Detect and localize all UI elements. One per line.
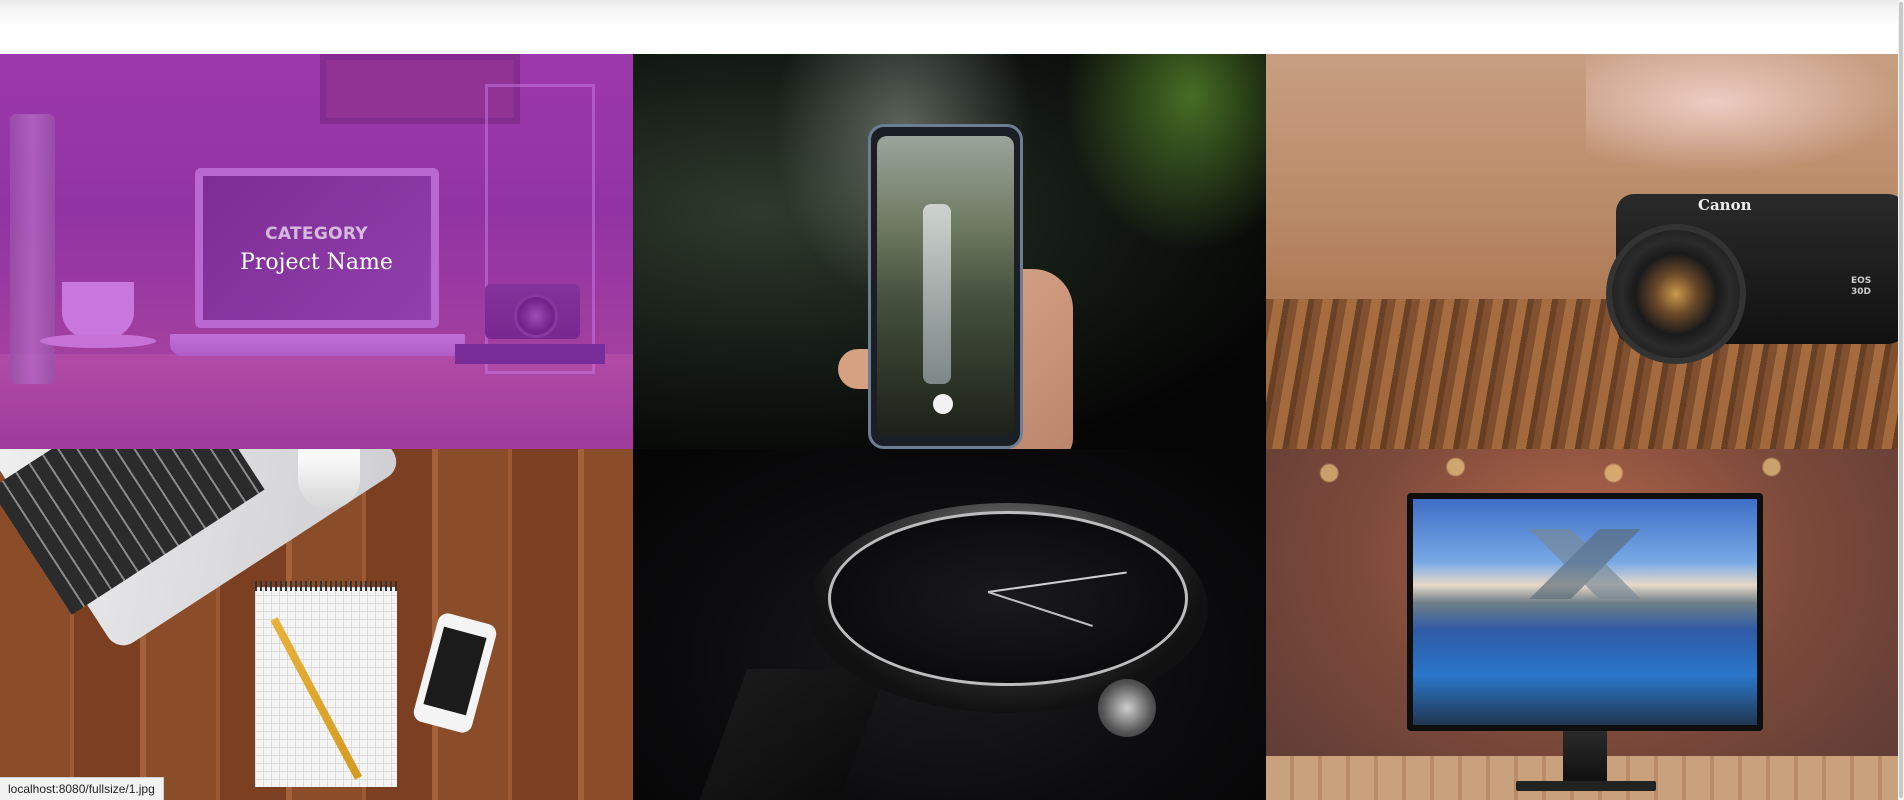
camera-brand: Canon xyxy=(1698,196,1752,214)
mountain-peaks xyxy=(1413,529,1757,599)
camera-lens xyxy=(1606,224,1746,364)
project-name: Project Name xyxy=(240,250,393,275)
background-bokeh xyxy=(1586,54,1898,174)
green-leaf xyxy=(1053,54,1266,264)
monitor-foot xyxy=(1516,781,1656,791)
project-category: CATEGORY xyxy=(265,224,368,244)
portfolio-item-5[interactable] xyxy=(633,449,1266,800)
waterfall xyxy=(923,204,951,384)
camera-shutter-icon xyxy=(933,394,953,414)
camera-model-line1: EOS xyxy=(1851,276,1872,286)
notepad-spiral xyxy=(255,581,397,591)
portfolio-item-2[interactable] xyxy=(633,54,1266,449)
watch-strap xyxy=(688,669,888,800)
scrollbar-thumb[interactable] xyxy=(1899,2,1903,798)
top-navigation-bar xyxy=(0,0,1904,54)
mouse xyxy=(298,449,360,509)
portfolio-caption: CATEGORY Project Name xyxy=(0,224,633,275)
portfolio-item-6[interactable] xyxy=(1266,449,1898,800)
status-bar-url: localhost:8080/fullsize/1.jpg xyxy=(0,777,164,800)
portfolio-grid: CATEGORY Project Name Canon EOS 30D loca… xyxy=(0,54,1898,800)
monitor-stand xyxy=(1563,731,1607,781)
scrollbar[interactable] xyxy=(1898,0,1904,800)
watch-crown xyxy=(1098,679,1156,737)
portfolio-item-3[interactable]: Canon EOS 30D xyxy=(1266,54,1898,449)
portfolio-item-4[interactable]: localhost:8080/fullsize/1.jpg xyxy=(0,449,633,800)
portfolio-item-1[interactable]: CATEGORY Project Name xyxy=(0,54,633,449)
camera-model-line2: 30D xyxy=(1851,287,1871,297)
camera-model: EOS 30D xyxy=(1851,276,1871,298)
